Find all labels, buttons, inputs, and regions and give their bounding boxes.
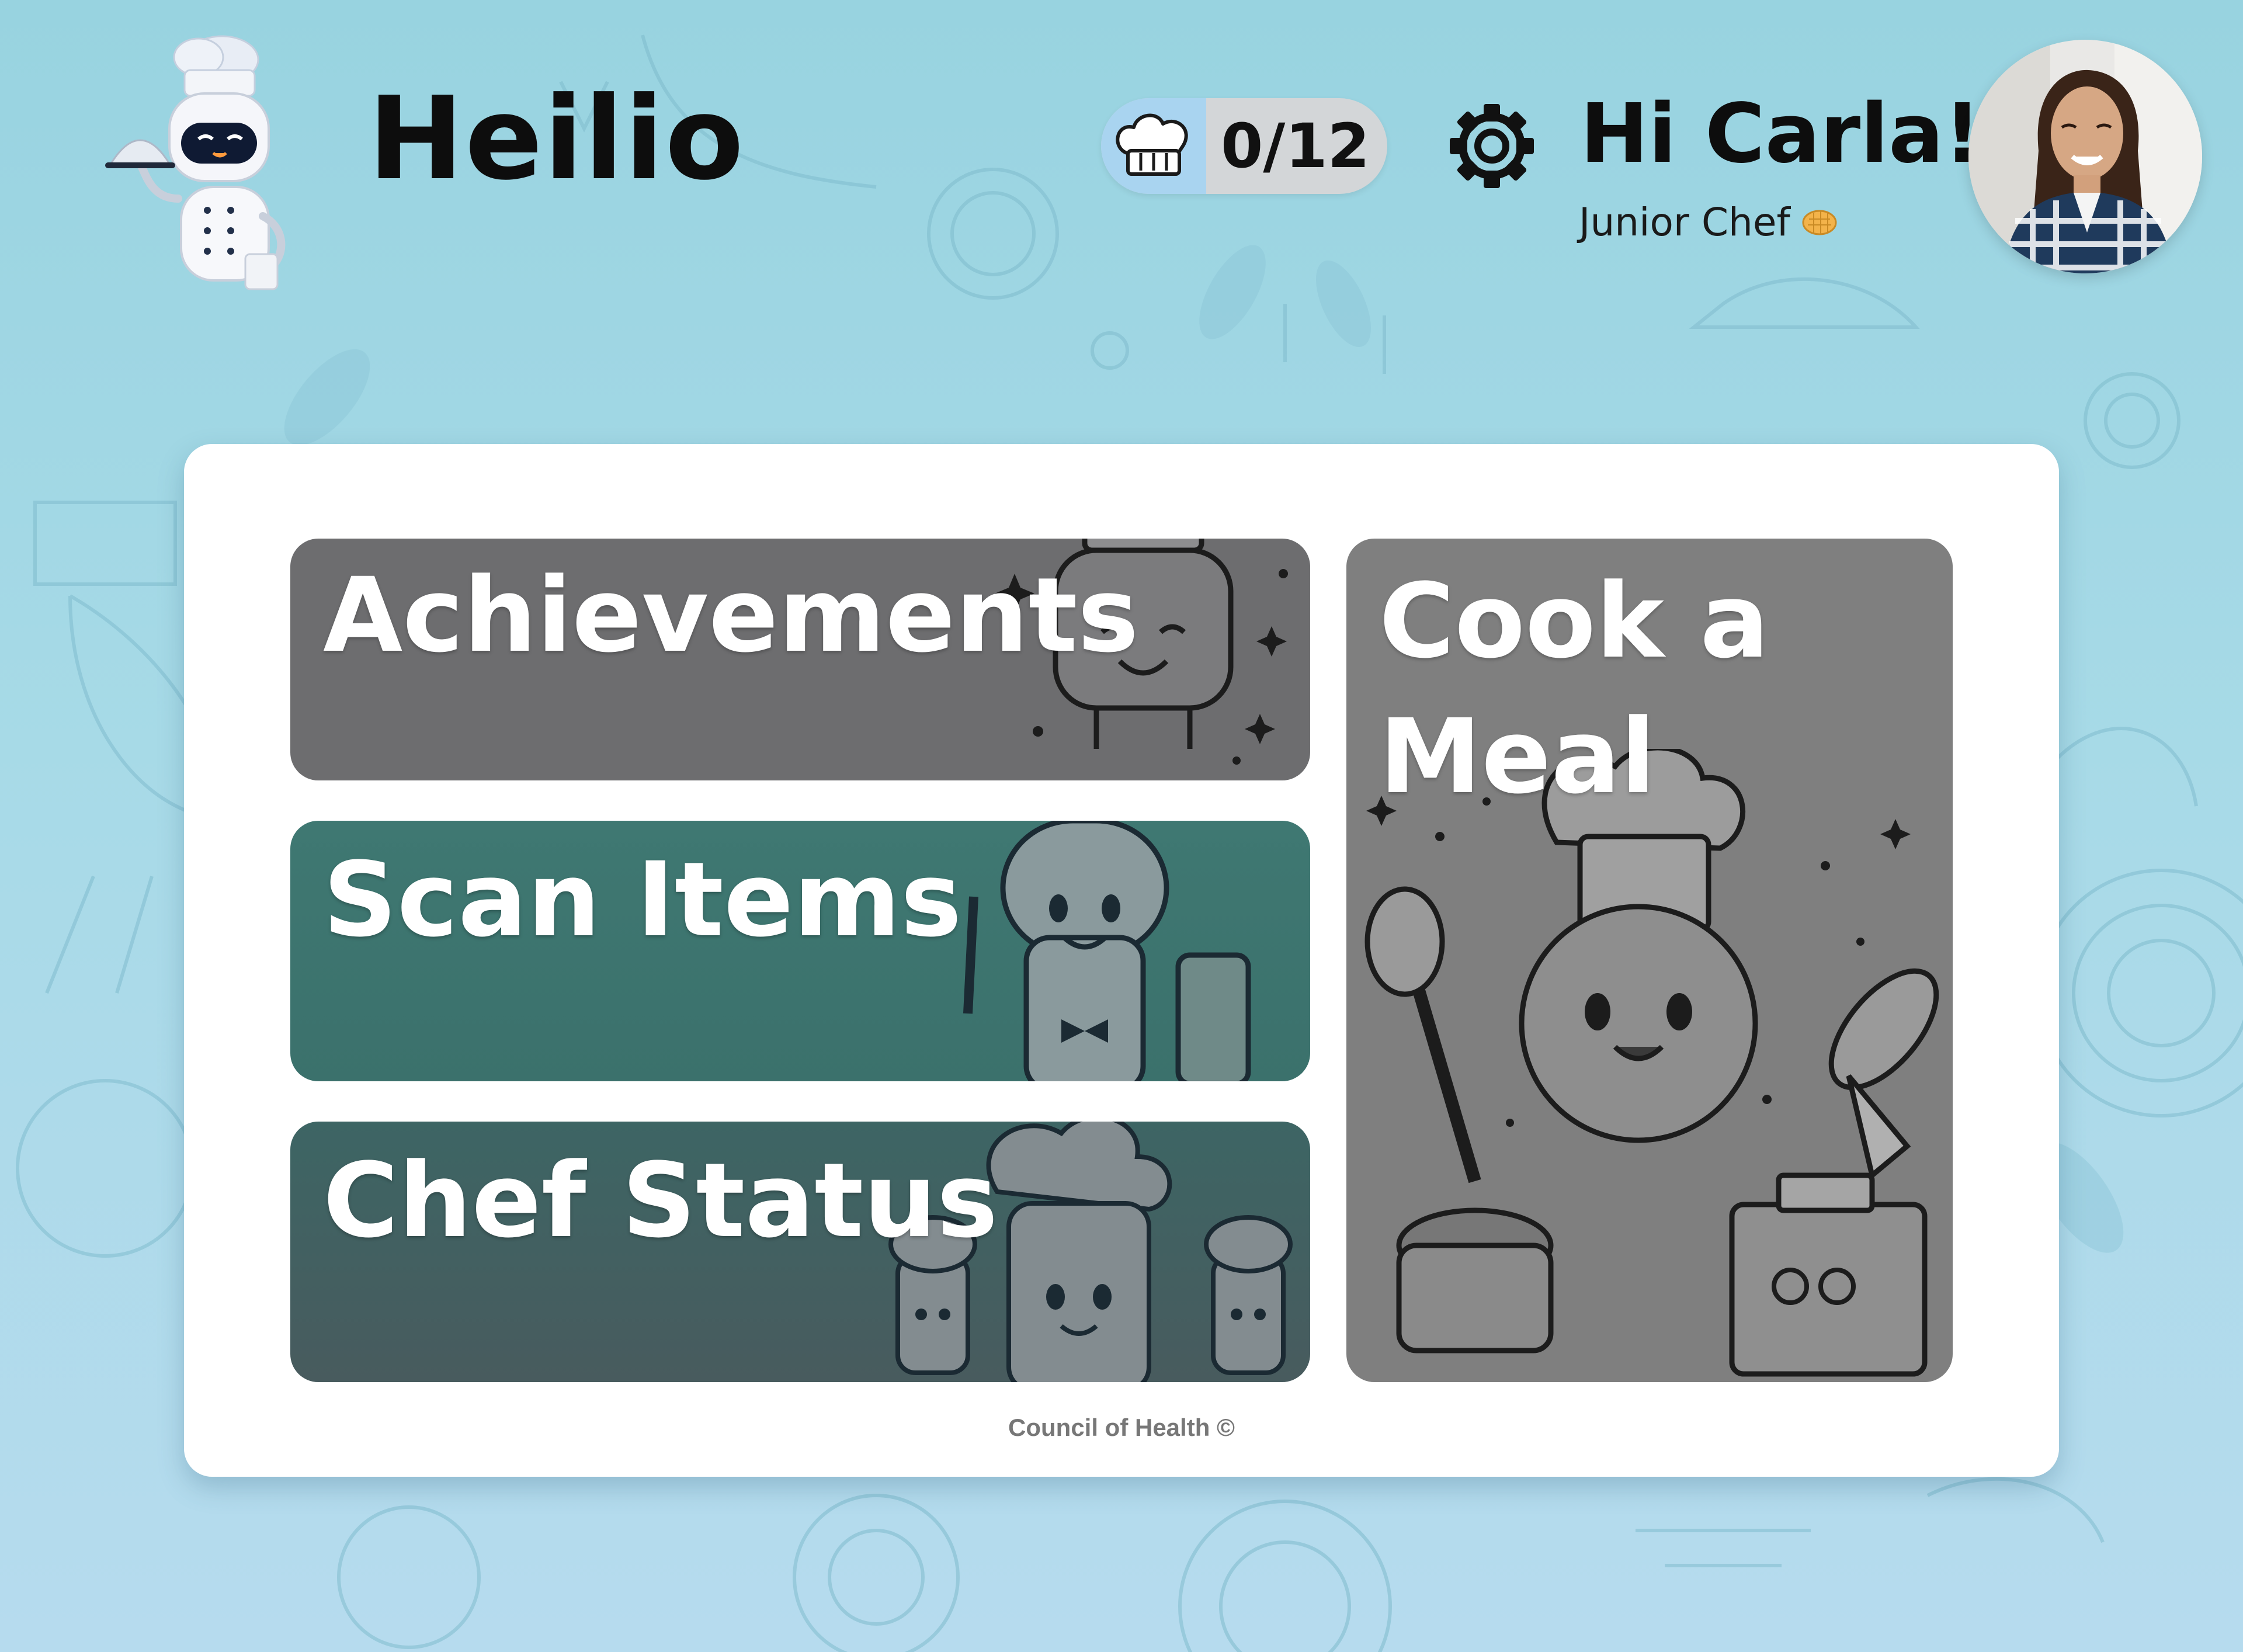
greeting-text: Hi Carla! — [1580, 86, 1981, 182]
gear-icon[interactable] — [1447, 102, 1536, 190]
cook-a-meal-tile[interactable]: Cook a Meal — [1346, 539, 1953, 1382]
achievements-tile[interactable]: Achievements — [290, 539, 1310, 780]
chef-status-label: Chef Status — [323, 1141, 998, 1261]
footer-credit: Council of Health © — [1008, 1414, 1235, 1441]
scan-robot-illustration — [963, 821, 1251, 1081]
achievements-label: Achievements — [323, 556, 1139, 675]
user-avatar[interactable] — [1968, 40, 2202, 273]
chef-hat-counter-badge[interactable]: 0/12 — [1101, 98, 1387, 194]
cooking-robot-illustration — [1364, 749, 1939, 1377]
cook-a-meal-label: Cook a Meal — [1379, 561, 1770, 817]
chef-hat-badge-bg — [1101, 98, 1206, 194]
robot-chef-logo — [105, 35, 286, 290]
rank-text: Junior Chef — [1579, 200, 1790, 245]
main-menu-card: Achievements Scan Items Chef Status Cook… — [184, 444, 2059, 1477]
badge-count: 0/12 — [1221, 110, 1370, 182]
scan-items-label: Scan Items — [323, 840, 962, 960]
scan-items-tile[interactable]: Scan Items — [290, 821, 1310, 1081]
app-title: Heilio — [368, 72, 745, 206]
chef-status-tile[interactable]: Chef Status — [290, 1122, 1310, 1382]
app-header: Heilio 0/12 Hi Carla! Junior Chef — [0, 0, 2243, 327]
chef-hat-icon — [1116, 113, 1188, 176]
user-avatar-photo — [1968, 40, 2202, 273]
rank-label: Junior Chef — [1579, 203, 1838, 242]
waffle-icon — [1802, 210, 1837, 235]
